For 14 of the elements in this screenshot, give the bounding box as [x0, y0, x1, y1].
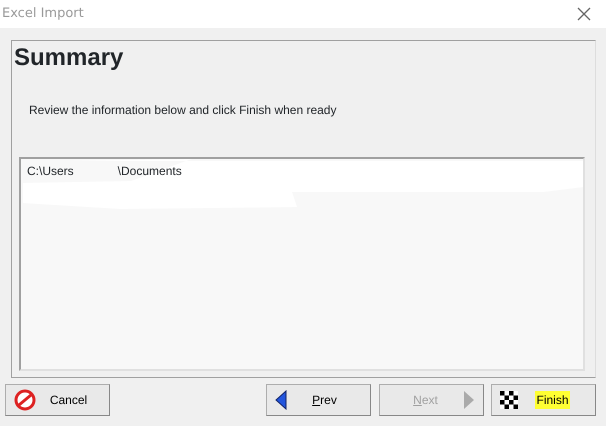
right-arrow-icon: [463, 390, 475, 410]
cancel-button[interactable]: Cancel: [5, 384, 110, 416]
summary-field[interactable]: C:\Users \Documents: [19, 157, 585, 371]
finish-button[interactable]: Finish: [491, 384, 596, 416]
stop-icon: [14, 389, 36, 411]
path-text: \Documents: [118, 163, 182, 180]
page-heading: Summary: [14, 43, 124, 73]
prev-button[interactable]: Prev: [266, 384, 371, 416]
window-title: Excel Import: [2, 5, 84, 24]
checkered-flag-icon: [500, 391, 518, 409]
path-text: C:\Users: [27, 163, 74, 180]
left-arrow-icon: [275, 390, 287, 410]
instruction-text: Review the information below and click Finish when ready: [29, 102, 338, 119]
close-icon[interactable]: [576, 6, 592, 22]
